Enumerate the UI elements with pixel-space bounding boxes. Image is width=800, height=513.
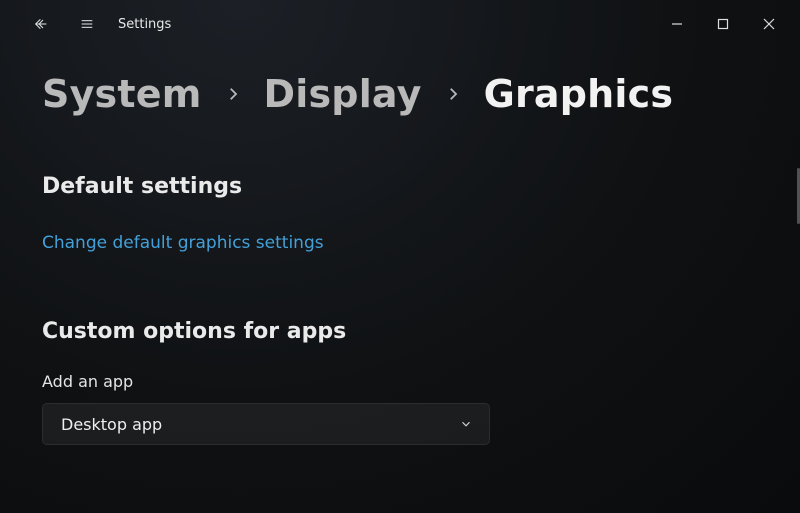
nav-menu-button[interactable]: [64, 8, 110, 40]
breadcrumb-current: Graphics: [484, 72, 674, 116]
app-type-dropdown[interactable]: Desktop app: [42, 403, 490, 445]
chevron-right-icon: [224, 85, 242, 103]
default-settings-heading: Default settings: [42, 174, 758, 199]
breadcrumb-system[interactable]: System: [42, 72, 202, 116]
change-default-graphics-link[interactable]: Change default graphics settings: [42, 233, 758, 253]
page-content: System Display Graphics Default settings…: [0, 72, 800, 445]
chevron-down-icon: [459, 417, 473, 431]
window-controls: [654, 8, 792, 40]
hamburger-icon: [79, 16, 95, 32]
close-button[interactable]: [746, 8, 792, 40]
app-title: Settings: [118, 17, 171, 32]
arrow-left-icon: [33, 16, 49, 32]
maximize-icon: [717, 18, 729, 30]
title-bar: Settings: [0, 0, 800, 48]
minimize-icon: [671, 18, 683, 30]
breadcrumb: System Display Graphics: [42, 72, 758, 116]
chevron-right-icon: [444, 85, 462, 103]
close-icon: [763, 18, 775, 30]
minimize-button[interactable]: [654, 8, 700, 40]
settings-window: Settings System: [0, 0, 800, 513]
breadcrumb-display[interactable]: Display: [264, 72, 422, 116]
maximize-button[interactable]: [700, 8, 746, 40]
custom-options-heading: Custom options for apps: [42, 319, 758, 344]
add-app-label: Add an app: [42, 372, 758, 391]
dropdown-selected-value: Desktop app: [61, 415, 459, 434]
back-button[interactable]: [18, 8, 64, 40]
